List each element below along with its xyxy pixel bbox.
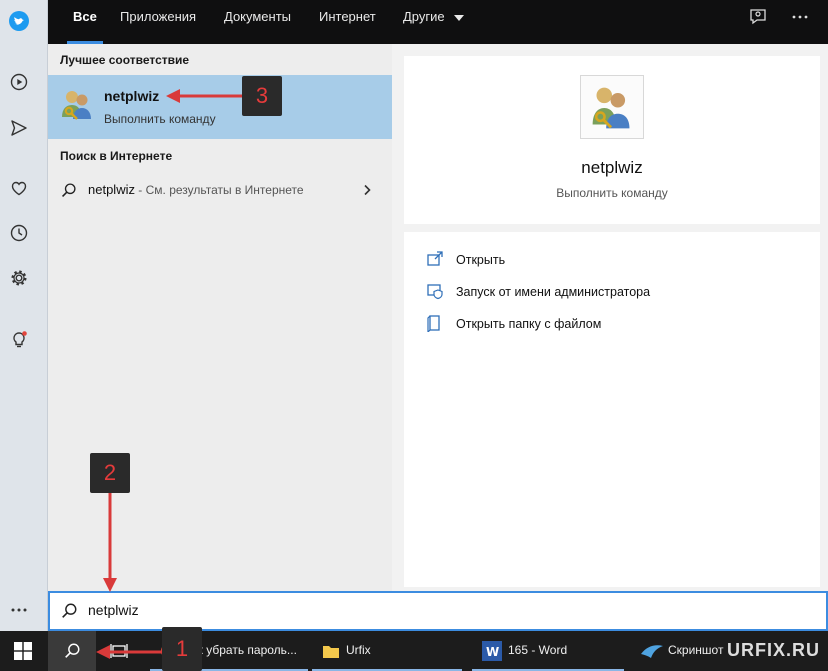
- heart-icon[interactable]: [9, 178, 29, 198]
- results-pane: Лучшее соответствие netplwiz Выполнить к…: [48, 44, 392, 591]
- windows-start-icon[interactable]: [14, 642, 32, 660]
- search-icon: [65, 643, 80, 658]
- tab-all[interactable]: Все: [67, 0, 103, 44]
- more-options-icon[interactable]: [790, 7, 810, 27]
- watermark: URFIX.RU: [727, 640, 820, 660]
- tab-documents[interactable]: Документы: [224, 0, 291, 44]
- screenshot-tool-icon: [641, 645, 663, 658]
- search-box[interactable]: netplwiz: [48, 591, 828, 631]
- taskbar-item-folder[interactable]: Urfix: [312, 631, 462, 671]
- callout-3: 3: [242, 76, 282, 116]
- app-icon: [580, 75, 644, 139]
- taskbar: Как убрать пароль... Urfix W 165 - Word …: [0, 631, 828, 671]
- tab-apps[interactable]: Приложения: [120, 0, 196, 44]
- search-icon: [62, 183, 76, 197]
- tab-more-label: Другие: [403, 9, 445, 24]
- folder-icon: [323, 646, 339, 658]
- taskbar-search-button[interactable]: [48, 631, 96, 671]
- search-input[interactable]: netplwiz: [88, 602, 139, 618]
- web-search-query: netplwiz: [88, 182, 135, 197]
- taskbar-item-folder-label: Urfix: [346, 643, 371, 657]
- users-icon: [62, 91, 91, 120]
- more-icon[interactable]: [9, 600, 29, 620]
- chevron-right-icon: [364, 184, 371, 196]
- lightbulb-icon[interactable]: [9, 330, 29, 350]
- web-search-result[interactable]: netplwiz - См. результаты в Интернете: [48, 172, 392, 208]
- svg-text:W: W: [486, 645, 499, 659]
- chevron-down-icon: [454, 14, 465, 21]
- best-match-heading: Лучшее соответствие: [60, 53, 190, 67]
- taskbar-item-word[interactable]: W 165 - Word: [472, 631, 624, 671]
- best-match-name: netplwiz: [104, 88, 160, 104]
- clock-icon[interactable]: [9, 223, 29, 243]
- word-icon: W: [482, 641, 502, 661]
- web-search-heading: Поиск в Интернете: [60, 149, 173, 163]
- app-sidebar: [0, 0, 48, 631]
- gear-icon[interactable]: [9, 268, 29, 288]
- callout-2: 2: [90, 453, 130, 493]
- tab-web[interactable]: Интернет: [319, 0, 376, 44]
- preview-title: netplwiz: [581, 158, 643, 177]
- open-icon: [427, 251, 443, 266]
- preview-actions: Открыть Запуск от имени администратора О…: [404, 232, 820, 587]
- callout-1: 1: [162, 627, 202, 671]
- open-folder-icon: [427, 315, 440, 332]
- action-open-label: Открыть: [456, 253, 506, 267]
- action-run-as-admin-label: Запуск от имени администратора: [456, 285, 651, 299]
- action-open-folder-label: Открыть папку с файлом: [456, 317, 602, 331]
- send-icon[interactable]: [9, 118, 29, 138]
- tab-more[interactable]: Другие: [403, 0, 465, 44]
- preview-subtitle: Выполнить команду: [556, 186, 668, 200]
- web-search-hint: - См. результаты в Интернете: [134, 183, 304, 197]
- preview-card: netplwiz Выполнить команду: [404, 56, 820, 224]
- play-icon[interactable]: [9, 72, 29, 92]
- taskbar-item-screenshot-label: Скриншот: [668, 643, 724, 657]
- search-tabs-bar: Все Приложения Документы Интернет Другие: [48, 0, 828, 44]
- run-as-admin-icon: [427, 284, 443, 300]
- search-icon: [62, 603, 77, 618]
- best-match-result[interactable]: netplwiz Выполнить команду: [48, 75, 392, 139]
- best-match-type: Выполнить команду: [104, 112, 216, 126]
- twitter-icon[interactable]: [9, 11, 29, 31]
- users-icon: [592, 87, 630, 129]
- task-view-icon[interactable]: [110, 643, 128, 659]
- taskbar-item-word-label: 165 - Word: [508, 643, 568, 657]
- feedback-icon[interactable]: [748, 7, 768, 27]
